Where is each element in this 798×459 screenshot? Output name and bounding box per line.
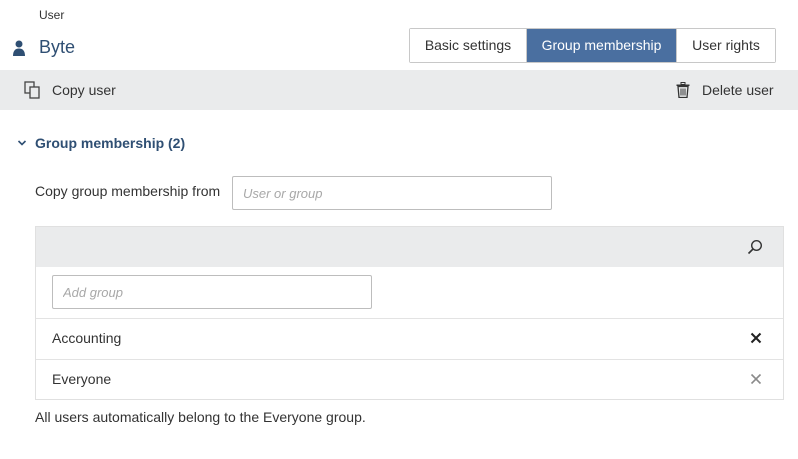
tab-bar: Basic settings Group membership User rig… — [409, 28, 776, 63]
copy-membership-input[interactable] — [232, 176, 552, 210]
copy-membership-label: Copy group membership from — [35, 183, 221, 199]
group-list-header — [36, 227, 783, 267]
group-name: Accounting — [52, 330, 122, 346]
tab-basic-settings[interactable]: Basic settings — [410, 29, 527, 62]
group-membership-section-toggle[interactable]: Group membership (2) — [17, 135, 185, 151]
group-row: Accounting — [36, 318, 783, 358]
record-type-label: User — [39, 8, 65, 22]
section-title: Group membership (2) — [35, 135, 186, 151]
tab-user-rights[interactable]: User rights — [677, 29, 775, 62]
trash-icon — [676, 82, 690, 98]
action-toolbar: Copy user Delete user — [0, 70, 798, 110]
group-name: Everyone — [52, 371, 112, 387]
group-list-panel: Accounting Everyone — [35, 226, 784, 400]
copy-user-label: Copy user — [52, 82, 116, 98]
person-icon — [12, 40, 26, 56]
remove-group-icon[interactable] — [749, 331, 763, 345]
copy-icon — [24, 81, 40, 99]
add-group-input[interactable] — [52, 275, 372, 309]
delete-user-label: Delete user — [702, 82, 774, 98]
everyone-group-note: All users automatically belong to the Ev… — [35, 409, 366, 425]
search-icon[interactable] — [747, 239, 763, 255]
tab-group-membership[interactable]: Group membership — [527, 29, 677, 62]
copy-user-button[interactable]: Copy user — [24, 70, 116, 110]
remove-group-disabled-icon — [749, 372, 763, 386]
group-row: Everyone — [36, 359, 783, 399]
delete-user-button[interactable]: Delete user — [676, 70, 774, 110]
chevron-down-icon — [17, 140, 27, 146]
user-title: Byte — [39, 37, 76, 57]
